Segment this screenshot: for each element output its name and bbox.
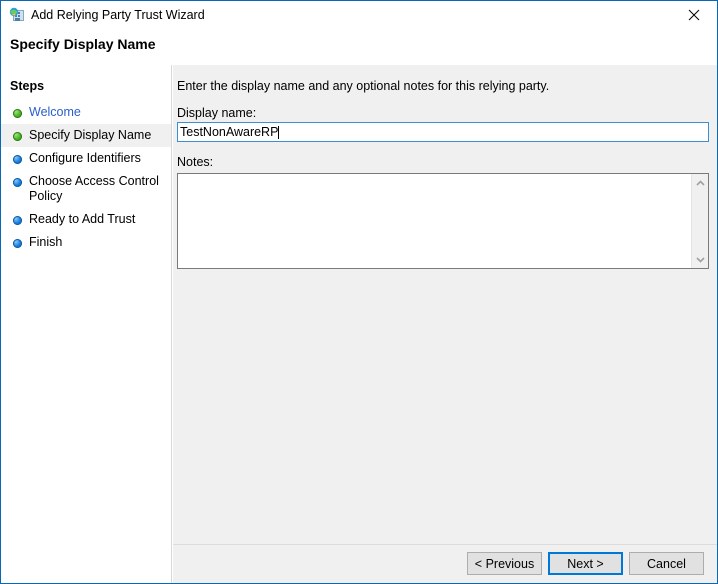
footer-bar: < Previous Next > Cancel — [173, 545, 717, 583]
intro-text: Enter the display name and any optional … — [177, 79, 550, 93]
wizard-header: Specify Display Name — [1, 30, 717, 65]
steps-panel: Steps Welcome Specify Display Name Configu… — [1, 65, 172, 583]
sidebar-step-3[interactable]: Choose Access Control Policy — [1, 170, 171, 208]
close-x-glyph — [688, 9, 700, 21]
step-done-icon — [13, 109, 22, 118]
step-done-icon — [13, 132, 22, 141]
window-title: Add Relying Party Trust Wizard — [31, 8, 205, 22]
steps-heading: Steps — [10, 79, 45, 93]
sidebar-step-1[interactable]: Specify Display Name — [1, 124, 171, 147]
notes-textarea[interactable] — [177, 173, 709, 269]
chevron-up-icon[interactable] — [692, 174, 708, 191]
close-icon[interactable] — [671, 1, 717, 29]
step-pending-icon — [13, 178, 22, 187]
wizard-window: Add Relying Party Trust Wizard Specify D… — [0, 0, 718, 584]
wizard-globe-icon — [9, 7, 25, 23]
step-label: Welcome — [29, 105, 81, 119]
wizard-body: Steps Welcome Specify Display Name Configu… — [1, 65, 717, 583]
title-bar: Add Relying Party Trust Wizard — [1, 1, 717, 30]
content-pane: Enter the display name and any optional … — [173, 65, 717, 583]
step-label: Ready to Add Trust — [29, 212, 136, 226]
step-label: Finish — [29, 235, 63, 249]
step-pending-icon — [13, 216, 22, 225]
previous-button[interactable]: < Previous — [467, 552, 542, 575]
step-label: Configure Identifiers — [29, 151, 141, 165]
step-label: Choose Access Control Policy — [29, 174, 159, 203]
sidebar-step-0[interactable]: Welcome — [1, 101, 171, 124]
notes-scrollbar[interactable] — [691, 174, 708, 268]
sidebar-step-5[interactable]: Finish — [1, 231, 171, 254]
next-button[interactable]: Next > — [548, 552, 623, 575]
step-pending-icon — [13, 239, 22, 248]
step-pending-icon — [13, 155, 22, 164]
page-title: Specify Display Name — [10, 36, 156, 52]
cancel-button[interactable]: Cancel — [629, 552, 704, 575]
sidebar-step-4[interactable]: Ready to Add Trust — [1, 208, 171, 231]
notes-label: Notes: — [177, 155, 214, 169]
steps-list: Welcome Specify Display Name Configure Ide… — [1, 101, 171, 254]
display-name-value: TestNonAwareRP — [180, 125, 279, 139]
text-caret — [278, 125, 280, 139]
step-label: Specify Display Name — [29, 128, 152, 142]
sidebar-step-2[interactable]: Configure Identifiers — [1, 147, 171, 170]
display-name-input[interactable]: TestNonAwareRP — [177, 122, 709, 142]
chevron-down-icon[interactable] — [692, 251, 708, 268]
display-name-label: Display name: — [177, 106, 257, 120]
